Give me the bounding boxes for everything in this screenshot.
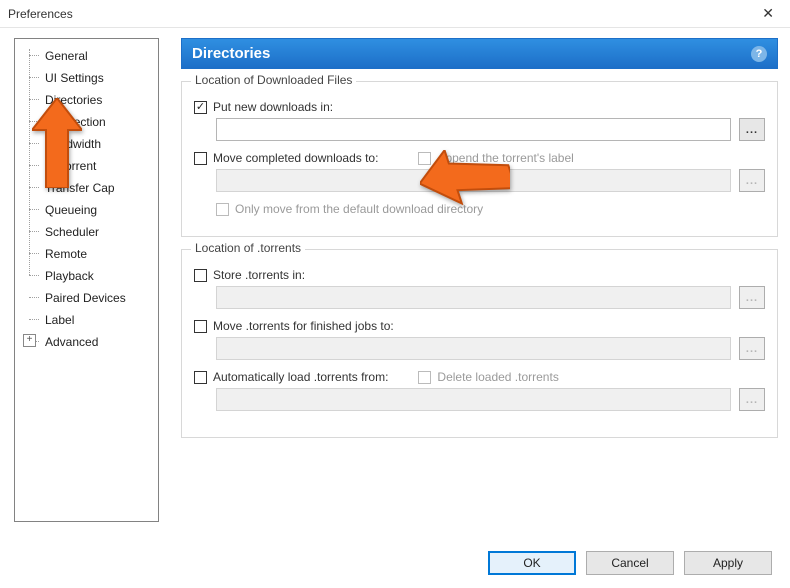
sidebar-item-label: Advanced: [45, 335, 98, 349]
sidebar-item-label: UI Settings: [45, 71, 104, 85]
input-store-torrents-path: [216, 286, 731, 309]
checkbox-delete-loaded: [418, 371, 431, 384]
browse-button-move-finished: ...: [739, 337, 765, 360]
sidebar-item-label: General: [45, 49, 88, 63]
browse-button-move-completed: ...: [739, 169, 765, 192]
label-store-torrents: Store .torrents in:: [213, 268, 305, 282]
sidebar-item-label: Playback: [45, 269, 94, 283]
path-row-put-new: ...: [216, 118, 765, 141]
sidebar-item-label: Queueing: [45, 203, 97, 217]
path-row-auto-load: ...: [216, 388, 765, 411]
sidebar-item-label: Paired Devices: [45, 291, 126, 305]
sidebar-item-label: Remote: [45, 247, 87, 261]
browse-button-put-new[interactable]: ...: [739, 118, 765, 141]
row-move-finished-torrents: Move .torrents for finished jobs to:: [194, 319, 765, 333]
cancel-button[interactable]: Cancel: [586, 551, 674, 575]
group-title: Location of Downloaded Files: [191, 73, 356, 87]
checkbox-only-move-default: [216, 203, 229, 216]
input-put-new-path[interactable]: [216, 118, 731, 141]
group-torrents: Location of .torrents Store .torrents in…: [181, 249, 778, 438]
main-panel: Directories ? Location of Downloaded Fil…: [159, 38, 778, 533]
path-row-move-finished: ...: [216, 337, 765, 360]
sidebar-item-ui-settings[interactable]: UI Settings: [21, 67, 156, 89]
group-title: Location of .torrents: [191, 241, 305, 255]
label-move-completed: Move completed downloads to:: [213, 151, 378, 165]
label-auto-load-torrents: Automatically load .torrents from:: [213, 370, 388, 384]
row-auto-load-torrents: Automatically load .torrents from: Delet…: [194, 370, 765, 384]
panel-title: Directories: [192, 45, 270, 62]
input-move-finished-path: [216, 337, 731, 360]
sidebar-item-label: Label: [45, 313, 74, 327]
sidebar-item-label[interactable]: Label: [21, 309, 156, 331]
annotation-arrow-icon: [32, 98, 82, 188]
browse-button-auto-load: ...: [739, 388, 765, 411]
checkbox-put-new-downloads[interactable]: [194, 101, 207, 114]
row-store-torrents: Store .torrents in:: [194, 268, 765, 282]
checkbox-auto-load-torrents[interactable]: [194, 371, 207, 384]
checkbox-move-finished-torrents[interactable]: [194, 320, 207, 333]
row-put-new-downloads: Put new downloads in:: [194, 100, 765, 114]
checkbox-store-torrents[interactable]: [194, 269, 207, 282]
checkbox-move-completed[interactable]: [194, 152, 207, 165]
path-row-store-torrents: ...: [216, 286, 765, 309]
titlebar: Preferences ✕: [0, 0, 790, 28]
annotation-arrow-icon: [420, 150, 510, 222]
sidebar-item-general[interactable]: General: [21, 45, 156, 67]
apply-button[interactable]: Apply: [684, 551, 772, 575]
browse-button-store-torrents: ...: [739, 286, 765, 309]
label-move-finished-torrents: Move .torrents for finished jobs to:: [213, 319, 394, 333]
ok-button[interactable]: OK: [488, 551, 576, 575]
sidebar-item-queueing[interactable]: Queueing: [21, 199, 156, 221]
input-auto-load-path: [216, 388, 731, 411]
help-icon[interactable]: ?: [751, 46, 767, 62]
content-area: General UI Settings Directories Connecti…: [0, 28, 790, 533]
sidebar-item-paired-devices[interactable]: Paired Devices: [21, 287, 156, 309]
label-put-new-downloads: Put new downloads in:: [213, 100, 333, 114]
sidebar-item-scheduler[interactable]: Scheduler: [21, 221, 156, 243]
sidebar-item-advanced[interactable]: Advanced: [21, 331, 156, 353]
panel-header: Directories ?: [181, 38, 778, 69]
sidebar-item-label: Scheduler: [45, 225, 99, 239]
sidebar-item-playback[interactable]: Playback: [21, 265, 156, 287]
window-title: Preferences: [8, 7, 73, 21]
label-delete-loaded: Delete loaded .torrents: [437, 370, 558, 384]
close-icon[interactable]: ✕: [754, 1, 782, 26]
sidebar-item-remote[interactable]: Remote: [21, 243, 156, 265]
button-bar: OK Cancel Apply: [488, 551, 772, 575]
